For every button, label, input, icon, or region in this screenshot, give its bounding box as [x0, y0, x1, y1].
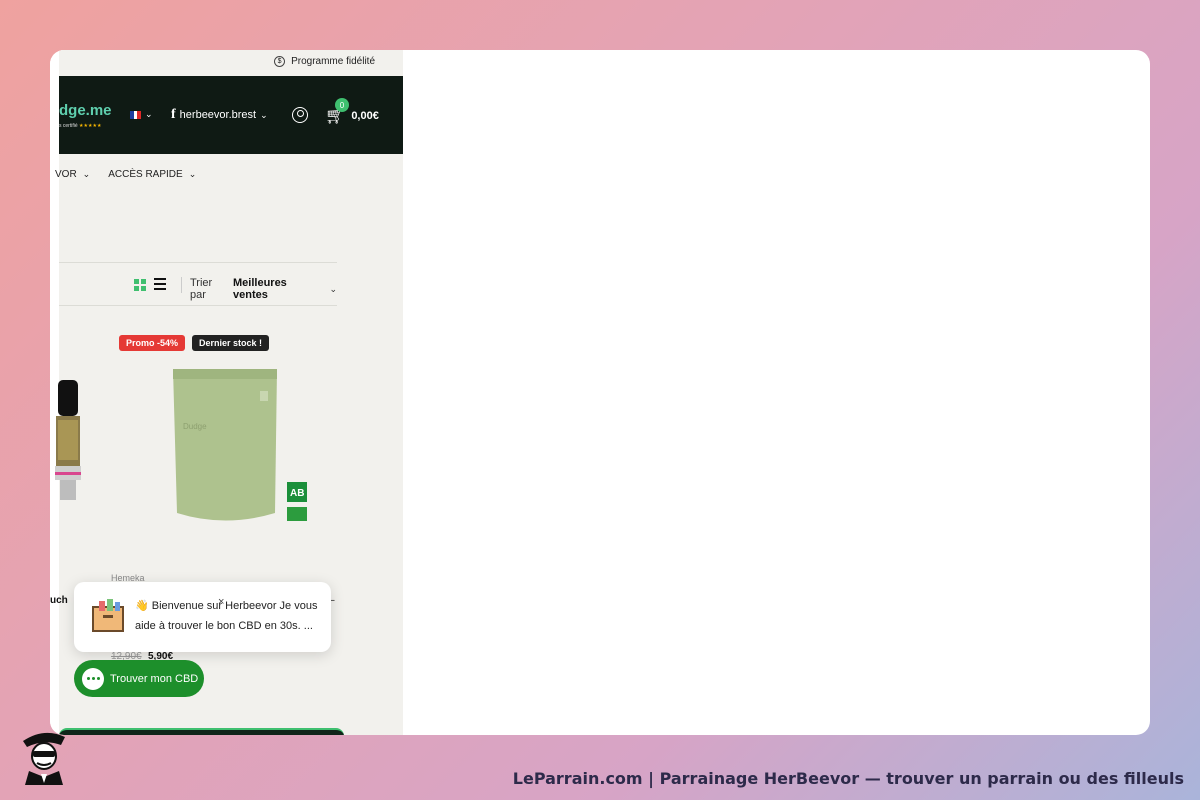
close-icon[interactable]: × — [218, 596, 224, 608]
chat-welcome-message: 👋 Bienvenue sur Herbeevor Je vous aide à… — [135, 600, 318, 632]
facebook-icon: f — [171, 107, 176, 122]
loyalty-program-link[interactable]: $ Programme fidélité — [274, 56, 375, 67]
svg-text:AB: AB — [290, 488, 304, 499]
language-selector[interactable]: ⌄ — [130, 109, 153, 120]
nav-item-acces-rapide[interactable]: ACCÈS RAPIDE ⌄ — [108, 169, 196, 180]
parrain-mascot-icon — [23, 732, 65, 785]
svg-text:Dudge: Dudge — [183, 422, 207, 431]
coin-icon: $ — [274, 56, 286, 67]
cbd-pouch-image[interactable]: Dudge — [165, 363, 285, 525]
website-viewport: $ Programme fidélité dge.me s certifié ★… — [50, 50, 403, 735]
chat-icon — [82, 667, 104, 690]
vape-cartridge-image[interactable] — [50, 380, 85, 510]
chevron-down-icon: ⌄ — [145, 109, 153, 119]
sort-label: Trier par — [190, 277, 213, 301]
product-toolbar: Trier par Meilleures ventes ⌄ — [59, 262, 337, 306]
french-flag-icon — [130, 110, 142, 119]
chevron-down-icon: ⌄ — [82, 168, 91, 179]
chevron-down-icon: ⌄ — [188, 168, 197, 179]
top-bar: $ Programme fidélité — [59, 50, 403, 76]
find-cbd-label: Trouver mon CBD — [110, 672, 199, 685]
account-icon[interactable] — [292, 107, 308, 123]
chevron-down-icon: ⌄ — [329, 283, 337, 294]
toolbar-divider — [181, 277, 182, 293]
grid-view-icon[interactable] — [134, 279, 146, 291]
site-header: dge.me s certifié ★★★★★ ⌄ f herbeevor.br… — [59, 76, 403, 154]
nav-item-label: ACCÈS RAPIDE — [108, 168, 183, 180]
cart-total: 0,00€ — [351, 110, 379, 122]
browser-card: $ Programme fidélité dge.me s certifié ★… — [50, 50, 1150, 735]
cart-button[interactable]: 🛒︎ 0 0,00€ — [325, 98, 379, 126]
organic-ab-icon: AB — [287, 482, 307, 521]
shopping-box-icon — [92, 599, 124, 632]
bottom-bar — [59, 728, 344, 735]
logo-sub-text: s certifié — [59, 123, 78, 129]
find-cbd-button[interactable]: Trouver mon CBD — [74, 660, 204, 697]
facebook-label: herbeevor.brest — [179, 109, 257, 121]
main-nav: VOR ⌄ ACCÈS RAPIDE ⌄ — [55, 154, 403, 194]
logo-subtitle: s certifié ★★★★★ — [59, 123, 101, 129]
sort-value: Meilleures ventes — [233, 277, 287, 301]
cart-count-badge: 0 — [335, 98, 349, 112]
list-view-icon[interactable] — [154, 278, 166, 290]
promo-badge: Promo -54% — [119, 335, 186, 351]
stock-badge: Dernier stock ! — [192, 335, 270, 351]
nav-item-herbeevor[interactable]: VOR ⌄ — [55, 169, 90, 180]
sort-select[interactable]: Trier par Meilleures ventes ⌄ — [190, 277, 337, 301]
chevron-down-icon: ⌄ — [260, 109, 268, 120]
loyalty-label: Programme fidélité — [291, 56, 375, 67]
chat-welcome-popup[interactable]: 👋 Bienvenue sur Herbeevor Je vous aide à… — [74, 582, 331, 652]
logo-stars: ★★★★★ — [79, 123, 102, 129]
nav-item-label: VOR — [55, 168, 77, 180]
footer-caption: LeParrain.com | Parrainage HerBeevor — t… — [512, 769, 1184, 788]
site-logo[interactable]: dge.me — [59, 102, 112, 119]
product-title-fragment-left[interactable]: uch — [50, 595, 68, 606]
facebook-link[interactable]: f herbeevor.brest ⌄ — [171, 107, 268, 123]
